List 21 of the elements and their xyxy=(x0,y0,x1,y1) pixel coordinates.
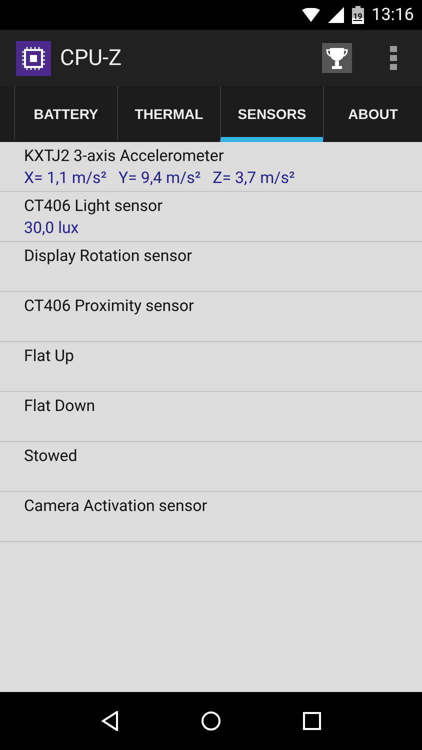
sensor-name: Flat Up xyxy=(24,345,75,367)
clock-time: 13:16 xyxy=(372,5,414,25)
battery-icon: 19 xyxy=(352,6,364,24)
signal-icon xyxy=(328,7,344,23)
home-icon[interactable] xyxy=(201,711,221,731)
back-icon[interactable] xyxy=(101,711,119,731)
sensor-name: CT406 Proximity sensor xyxy=(24,295,195,317)
chip-logo-icon xyxy=(16,40,51,76)
sensor-name: CT406 Light sensor xyxy=(24,195,164,217)
sensor-name: KXTJ2 3-axis Accelerometer xyxy=(24,145,225,167)
sensor-name: Flat Down xyxy=(24,395,96,417)
recents-icon[interactable] xyxy=(303,712,321,730)
sensor-name: Display Rotation sensor xyxy=(24,245,194,267)
wifi-icon xyxy=(302,8,320,22)
trophy-icon[interactable] xyxy=(322,43,352,73)
sensor-name: Camera Activation sensor xyxy=(24,495,208,517)
sensor-reading: 30,0 lux xyxy=(24,217,80,239)
sensor-name: Stowed xyxy=(24,445,78,467)
app-title: CPU-Z xyxy=(60,46,123,70)
menu-icon[interactable] xyxy=(390,46,398,70)
sensor-reading: X= 1,1 m/s² Y= 9,4 m/s² Z= 3,7 m/s² xyxy=(24,167,296,189)
